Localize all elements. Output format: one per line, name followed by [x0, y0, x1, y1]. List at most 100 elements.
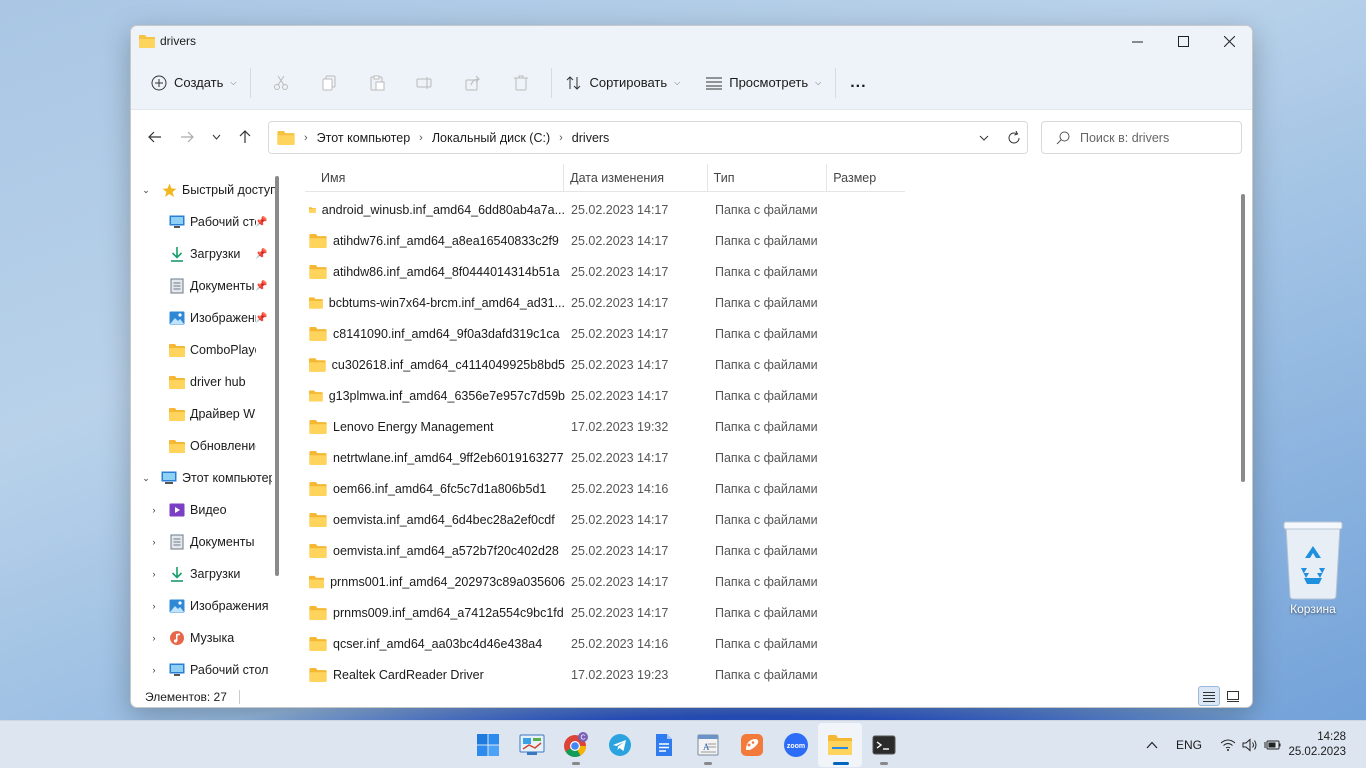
- sidebar-item-quick-3[interactable]: Изображения 📌: [131, 302, 277, 334]
- quick-settings-button[interactable]: [1214, 721, 1288, 768]
- file-explorer-app[interactable]: [818, 723, 862, 767]
- file-row[interactable]: qcser.inf_amd64_aa03bc4d46e438a4 25.02.2…: [305, 628, 925, 659]
- delete-button[interactable]: [497, 66, 545, 100]
- chevron-right-icon[interactable]: ›: [147, 601, 161, 611]
- search-box[interactable]: [1041, 121, 1242, 154]
- chevron-right-icon[interactable]: ›: [147, 569, 161, 579]
- up-button[interactable]: [229, 122, 261, 152]
- file-list-scrollbar[interactable]: [1241, 194, 1245, 482]
- sidebar-item-pc-4[interactable]: › Музыка: [131, 622, 277, 654]
- file-row[interactable]: prnms001.inf_amd64_202973c89a035606 25.0…: [305, 566, 925, 597]
- pin-icon[interactable]: 📌: [255, 249, 267, 260]
- file-date: 25.02.2023 14:17: [571, 388, 669, 403]
- start-button[interactable]: [466, 723, 510, 767]
- sidebar-item-quick-1[interactable]: Загрузки 📌: [131, 238, 277, 270]
- file-row[interactable]: atihdw86.inf_amd64_8f0444014314b51a 25.0…: [305, 256, 925, 287]
- paint-app[interactable]: [730, 723, 774, 767]
- title-bar[interactable]: drivers: [131, 26, 1252, 56]
- minimize-button[interactable]: [1114, 26, 1160, 56]
- breadcrumb-this-pc[interactable]: Этот компьютер: [317, 131, 410, 145]
- sidebar-quick-access[interactable]: ⌄ Быстрый доступ: [131, 174, 277, 206]
- file-name-cell: Realtek CardReader Driver: [305, 667, 565, 682]
- file-row[interactable]: netrtwlane.inf_amd64_9ff2eb6019163277 25…: [305, 442, 925, 473]
- file-row[interactable]: prnms009.inf_amd64_a7412a554c9bc1fd 25.0…: [305, 597, 925, 628]
- file-row[interactable]: cu302618.inf_amd64_c4114049925b8bd5 25.0…: [305, 349, 925, 380]
- control-panel-app[interactable]: [510, 723, 554, 767]
- sidebar-item-pc-3[interactable]: › Изображения: [131, 590, 277, 622]
- expand-chevron-icon[interactable]: ⌄: [139, 185, 153, 196]
- expand-chevron-icon[interactable]: ⌄: [139, 473, 153, 484]
- sidebar-item-pc-0[interactable]: › Видео: [131, 494, 277, 526]
- sidebar-scrollbar[interactable]: [275, 176, 279, 576]
- file-row[interactable]: c8141090.inf_amd64_9f0a3dafd319c1ca 25.0…: [305, 318, 925, 349]
- terminal-app[interactable]: [862, 723, 906, 767]
- chevron-down-icon: ⌵: [230, 77, 237, 87]
- file-row[interactable]: android_winusb.inf_amd64_6dd80ab4a7a... …: [305, 194, 925, 225]
- file-date: 25.02.2023 14:17: [571, 605, 669, 620]
- refresh-icon[interactable]: [1007, 130, 1021, 145]
- rename-button[interactable]: [401, 66, 449, 100]
- command-bar: Создать ⌵ Сортировать ⌵ Просмотреть ⌵ ..…: [131, 56, 1252, 110]
- file-type: Папка с файлами: [715, 636, 818, 651]
- pin-icon[interactable]: 📌: [255, 313, 267, 324]
- tiles-view-button[interactable]: [1222, 686, 1244, 706]
- wordpad-app[interactable]: A: [686, 723, 730, 767]
- file-row[interactable]: bcbtums-win7x64-brcm.inf_amd64_ad31... 2…: [305, 287, 925, 318]
- sidebar-item-pc-5[interactable]: › Рабочий стол: [131, 654, 277, 684]
- chevron-right-icon[interactable]: ›: [147, 665, 161, 675]
- sidebar-item-pc-2[interactable]: › Загрузки: [131, 558, 277, 590]
- cut-button[interactable]: [257, 66, 305, 100]
- share-button[interactable]: [449, 66, 497, 100]
- more-options-button[interactable]: ...: [842, 66, 874, 100]
- input-language-indicator[interactable]: ENG: [1164, 721, 1214, 768]
- recycle-bin-shortcut[interactable]: Корзина: [1276, 520, 1350, 616]
- view-button[interactable]: Просмотреть ⌵: [698, 66, 829, 100]
- search-input[interactable]: [1080, 130, 1230, 145]
- sidebar-item-quick-2[interactable]: Документы 📌: [131, 270, 277, 302]
- sidebar-item-quick-0[interactable]: Рабочий стол 📌: [131, 206, 277, 238]
- file-row[interactable]: g13plmwa.inf_amd64_6356e7e957c7d59b 25.0…: [305, 380, 925, 411]
- zoom-app[interactable]: zoom: [774, 723, 818, 767]
- file-row[interactable]: Realtek CardReader Driver 17.02.2023 19:…: [305, 659, 925, 684]
- breadcrumb-local-disk[interactable]: Локальный диск (C:): [432, 131, 550, 145]
- copy-button[interactable]: [305, 66, 353, 100]
- chevron-right-icon[interactable]: ›: [147, 633, 161, 643]
- pin-icon[interactable]: 📌: [255, 281, 267, 292]
- file-row[interactable]: Lenovo Energy Management 17.02.2023 19:3…: [305, 411, 925, 442]
- file-row[interactable]: oem66.inf_amd64_6fc5c7d1a806b5d1 25.02.2…: [305, 473, 925, 504]
- maximize-button[interactable]: [1160, 26, 1206, 56]
- column-header-size[interactable]: Размер: [827, 164, 905, 192]
- pin-icon[interactable]: 📌: [255, 217, 267, 228]
- chrome-app[interactable]: C: [554, 723, 598, 767]
- recent-locations-button[interactable]: [203, 122, 229, 152]
- show-hidden-icons-button[interactable]: [1140, 721, 1164, 768]
- sidebar-item-quick-7[interactable]: Обновление драйверов: [131, 430, 277, 462]
- file-row[interactable]: oemvista.inf_amd64_a572b7f20c402d28 25.0…: [305, 535, 925, 566]
- address-history-chevron-icon[interactable]: [979, 135, 989, 141]
- docs-app[interactable]: [642, 723, 686, 767]
- paste-button[interactable]: [353, 66, 401, 100]
- column-header-type[interactable]: Тип: [708, 164, 828, 192]
- close-button[interactable]: [1206, 26, 1252, 56]
- breadcrumb-drivers[interactable]: drivers: [572, 131, 610, 145]
- back-button[interactable]: [139, 122, 171, 152]
- forward-button[interactable]: [171, 122, 203, 152]
- file-row[interactable]: atihdw76.inf_amd64_a8ea16540833c2f9 25.0…: [305, 225, 925, 256]
- create-button[interactable]: Создать ⌵: [143, 66, 244, 100]
- column-header-date[interactable]: Дата изменения: [564, 164, 708, 192]
- sidebar-item-pc-1[interactable]: › Документы: [131, 526, 277, 558]
- file-row[interactable]: oemvista.inf_amd64_6d4bec28a2ef0cdf 25.0…: [305, 504, 925, 535]
- chevron-right-icon[interactable]: ›: [147, 505, 161, 515]
- sidebar-item-quick-4[interactable]: ComboPlayer: [131, 334, 277, 366]
- chevron-down-icon: ⌵: [815, 77, 822, 87]
- column-header-name[interactable]: Имя ⌃: [305, 164, 565, 192]
- address-bar[interactable]: › Этот компьютер › Локальный диск (C:) ›…: [268, 121, 1028, 154]
- chevron-right-icon[interactable]: ›: [147, 537, 161, 547]
- clock[interactable]: 14:28 25.02.2023: [1288, 730, 1366, 760]
- sidebar-item-quick-6[interactable]: Драйвер WIA: [131, 398, 277, 430]
- details-view-button[interactable]: [1198, 686, 1220, 706]
- sidebar-item-quick-5[interactable]: driver hub: [131, 366, 277, 398]
- sort-button[interactable]: Сортировать ⌵: [558, 66, 688, 100]
- telegram-app[interactable]: [598, 723, 642, 767]
- sidebar-this-pc[interactable]: ⌄ Этот компьютер: [131, 462, 277, 494]
